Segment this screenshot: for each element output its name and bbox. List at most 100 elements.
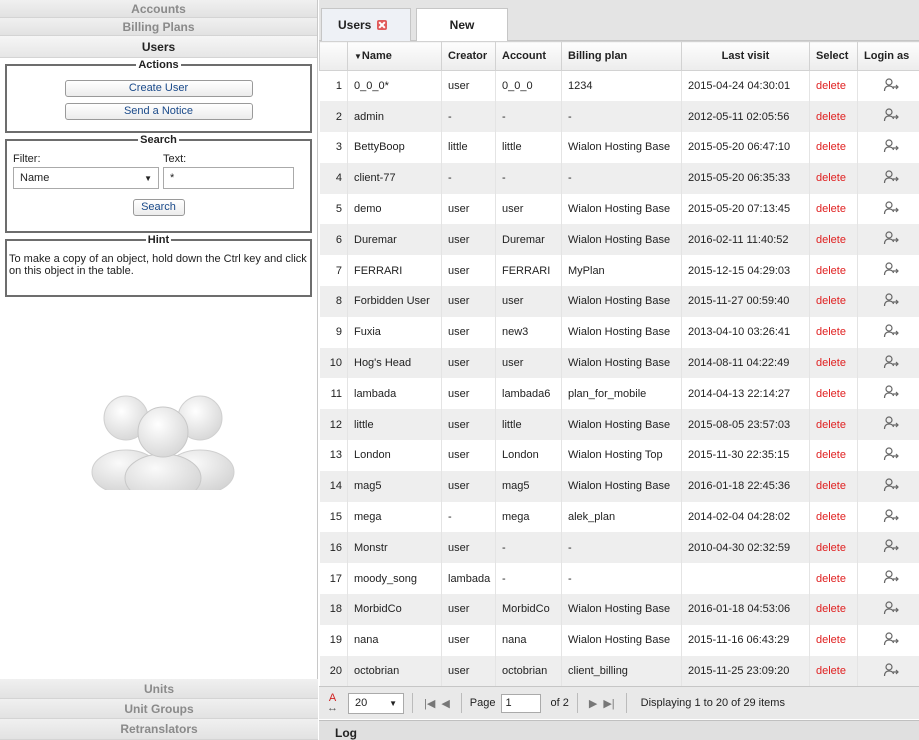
delete-link[interactable]: delete xyxy=(809,409,858,441)
cell-creator: user xyxy=(441,532,496,564)
login-as-icon[interactable] xyxy=(857,594,919,625)
cell-account: 0_0_0 xyxy=(495,70,562,102)
delete-link[interactable]: delete xyxy=(809,440,858,471)
table-row[interactable]: 13 London user London Wialon Hosting Top 2015… xyxy=(319,440,919,471)
column-header-billing-plan[interactable]: Billing plan xyxy=(561,41,682,71)
close-icon[interactable] xyxy=(377,20,388,30)
login-as-icon[interactable] xyxy=(857,347,919,379)
table-row[interactable]: 12 little user little Wialon Hosting Base 201… xyxy=(319,409,919,441)
login-as-icon[interactable] xyxy=(857,193,919,225)
first-page-icon[interactable]: |◀ xyxy=(424,697,435,710)
delete-link[interactable]: delete xyxy=(809,655,858,687)
page-number-input[interactable]: 1 xyxy=(500,693,541,713)
cell-billing-plan: Wialon Hosting Base xyxy=(561,193,682,225)
delete-link[interactable]: delete xyxy=(809,532,858,564)
table-row[interactable]: 19 nana user nana Wialon Hosting Base 2015-11… xyxy=(319,624,919,656)
table-row[interactable]: 16 Monstr user - -2010-04-30 02:32:59 delete xyxy=(319,532,919,564)
delete-link[interactable]: delete xyxy=(809,162,858,194)
table-row[interactable]: 5 demo user user Wialon Hosting Base 2015-05-… xyxy=(319,193,919,225)
sidebar-item-accounts[interactable]: Accounts xyxy=(0,0,317,18)
column-header-last-visit[interactable]: Last visit xyxy=(681,41,810,71)
users-table: ▼Name Creator Account Billing plan Last … xyxy=(319,41,919,687)
login-as-icon[interactable] xyxy=(857,409,919,441)
hint-group: Hint To make a copy of an object, hold d… xyxy=(5,234,312,297)
search-text-input[interactable]: * xyxy=(163,167,294,189)
login-as-icon[interactable] xyxy=(857,132,919,163)
delete-link[interactable]: delete xyxy=(809,224,858,256)
filter-select[interactable]: Name ▼ xyxy=(13,167,159,189)
table-row[interactable]: 1 0_0_0* user 0_0_0 1234 2015-04-24 04:30:01 d… xyxy=(319,70,919,102)
login-as-icon[interactable] xyxy=(857,255,919,287)
cell-last-visit: 2013-04-10 03:26:41 xyxy=(681,316,810,348)
cell-index: 4 xyxy=(319,162,348,194)
login-as-icon[interactable] xyxy=(857,162,919,194)
delete-link[interactable]: delete xyxy=(809,501,858,533)
create-user-button[interactable]: Create User xyxy=(64,80,253,97)
column-header-creator[interactable]: Creator xyxy=(441,41,496,71)
login-as-icon[interactable] xyxy=(857,378,919,410)
table-row[interactable]: 17 moody_song lambada - - delete xyxy=(319,563,919,595)
delete-link[interactable]: delete xyxy=(809,286,858,317)
table-row[interactable]: 11 lambada user lambada6 plan_for_mobile 2014… xyxy=(319,378,919,410)
login-as-icon[interactable] xyxy=(857,501,919,533)
login-as-icon[interactable] xyxy=(857,532,919,564)
table-row[interactable]: 20 octobrian user octobrian client_billing 20… xyxy=(319,655,919,687)
page-size-select[interactable]: 20 ▼ xyxy=(348,692,404,714)
cell-creator: user xyxy=(441,378,496,410)
delete-link[interactable]: delete xyxy=(809,378,858,410)
delete-link[interactable]: delete xyxy=(809,193,858,225)
login-as-icon[interactable] xyxy=(857,316,919,348)
sidebar-item-retranslators[interactable]: Retranslators xyxy=(0,719,318,740)
cell-name: BettyBoop xyxy=(347,132,442,163)
tab-users[interactable]: Users xyxy=(321,8,411,41)
login-as-icon[interactable] xyxy=(857,655,919,687)
table-row[interactable]: 6 Duremar user Duremar Wialon Hosting Base 20… xyxy=(319,224,919,256)
column-header-login-as[interactable]: Login as xyxy=(857,41,919,71)
login-as-icon[interactable] xyxy=(857,70,919,102)
login-as-icon[interactable] xyxy=(857,224,919,256)
next-page-icon[interactable]: ▶ xyxy=(589,697,597,710)
table-row[interactable]: 7 FERRARI user FERRARI MyPlan 2015-12-15 04:2… xyxy=(319,255,919,287)
column-header-account[interactable]: Account xyxy=(495,41,562,71)
column-header-name[interactable]: ▼Name xyxy=(347,41,442,71)
table-row[interactable]: 4 client-77- - -2015-05-20 06:35:33 delete xyxy=(319,162,919,194)
column-resize-icon[interactable]: A ↔ xyxy=(327,693,338,714)
table-row[interactable]: 8 Forbidden User user user Wialon Hosting Ba… xyxy=(319,286,919,317)
tab-new[interactable]: New xyxy=(416,8,508,41)
delete-link[interactable]: delete xyxy=(809,255,858,287)
table-row[interactable]: 15 mega - mega alek_plan 2014-02-04 04:28:02 d… xyxy=(319,501,919,533)
table-row[interactable]: 3 BettyBoop little little Wialon Hosting Bas… xyxy=(319,132,919,163)
login-as-icon[interactable] xyxy=(857,440,919,471)
delete-link[interactable]: delete xyxy=(809,563,858,595)
table-row[interactable]: 18 MorbidCo user MorbidCo Wialon Hosting Bas… xyxy=(319,594,919,625)
delete-link[interactable]: delete xyxy=(809,70,858,102)
delete-link[interactable]: delete xyxy=(809,101,858,133)
delete-link[interactable]: delete xyxy=(809,347,858,379)
delete-link[interactable]: delete xyxy=(809,470,858,502)
login-as-icon[interactable] xyxy=(857,286,919,317)
log-panel-header[interactable]: Log xyxy=(319,720,919,740)
table-row[interactable]: 9 Fuxia user new3 Wialon Hosting Base 2013-04… xyxy=(319,316,919,348)
send-notice-button[interactable]: Send a Notice xyxy=(64,103,253,120)
sidebar-item-users[interactable]: Users xyxy=(0,36,317,58)
table-row[interactable]: 14 mag5 user mag5 Wialon Hosting Base 2016-01… xyxy=(319,470,919,502)
login-as-icon[interactable] xyxy=(857,563,919,595)
cell-account: - xyxy=(495,101,562,133)
login-as-icon[interactable] xyxy=(857,470,919,502)
delete-link[interactable]: delete xyxy=(809,594,858,625)
delete-link[interactable]: delete xyxy=(809,132,858,163)
delete-link[interactable]: delete xyxy=(809,624,858,656)
delete-link[interactable]: delete xyxy=(809,316,858,348)
column-header-select[interactable]: Select xyxy=(809,41,858,71)
login-as-icon[interactable] xyxy=(857,624,919,656)
login-as-icon[interactable] xyxy=(857,101,919,133)
prev-page-icon[interactable]: ◀ xyxy=(441,697,449,710)
table-row[interactable]: 2 admin - - -2012-05-11 02:05:56 delete xyxy=(319,101,919,133)
search-button[interactable]: Search xyxy=(132,199,185,216)
sidebar-item-units[interactable]: Units xyxy=(0,679,318,699)
table-row[interactable]: 10 Hog's Head user user Wialon Hosting Base 2… xyxy=(319,347,919,379)
sidebar-item-unit-groups[interactable]: Unit Groups xyxy=(0,699,318,719)
cell-name: London xyxy=(347,440,442,471)
sidebar-item-billing-plans[interactable]: Billing Plans xyxy=(0,18,317,36)
last-page-icon[interactable]: ▶| xyxy=(603,697,614,710)
